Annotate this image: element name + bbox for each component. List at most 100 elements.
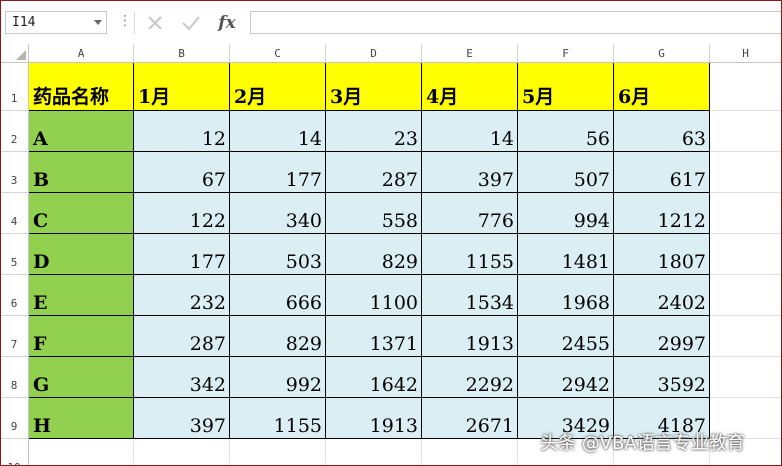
name-cell[interactable]: B (29, 152, 134, 193)
row-header[interactable]: 9 (0, 398, 29, 439)
value-cell[interactable]: 1807 (614, 234, 710, 275)
value-cell[interactable]: 1642 (326, 357, 422, 398)
empty-cell[interactable] (230, 439, 326, 466)
row-header[interactable]: 10 (0, 439, 29, 466)
header-cell-month[interactable]: 6月 (614, 63, 710, 111)
column-header[interactable]: A (29, 44, 134, 63)
name-cell[interactable]: F (29, 316, 134, 357)
value-cell[interactable]: 342 (134, 357, 230, 398)
value-cell[interactable]: 503 (230, 234, 326, 275)
empty-cell[interactable] (710, 111, 782, 152)
value-cell[interactable]: 507 (518, 152, 614, 193)
value-cell[interactable]: 122 (134, 193, 230, 234)
empty-cell[interactable] (422, 439, 518, 466)
header-cell-month[interactable]: 3月 (326, 63, 422, 111)
select-all-corner[interactable] (0, 44, 29, 63)
empty-cell[interactable] (710, 63, 782, 111)
empty-cell[interactable] (710, 234, 782, 275)
value-cell[interactable]: 23 (326, 111, 422, 152)
empty-cell[interactable] (710, 152, 782, 193)
value-cell[interactable]: 14 (230, 111, 326, 152)
header-cell-month[interactable]: 1月 (134, 63, 230, 111)
value-cell[interactable]: 177 (134, 234, 230, 275)
row-header[interactable]: 3 (0, 152, 29, 193)
header-cell-name[interactable]: 药品名称 (29, 63, 134, 111)
value-cell[interactable]: 558 (326, 193, 422, 234)
chevron-down-icon[interactable] (94, 20, 102, 25)
column-header[interactable]: F (518, 44, 614, 63)
empty-cell[interactable] (710, 316, 782, 357)
header-cell-month[interactable]: 2月 (230, 63, 326, 111)
row-header[interactable]: 7 (0, 316, 29, 357)
value-cell[interactable]: 1481 (518, 234, 614, 275)
value-cell[interactable]: 1100 (326, 275, 422, 316)
row-header[interactable]: 8 (0, 357, 29, 398)
formula-input[interactable] (250, 11, 782, 34)
value-cell[interactable]: 56 (518, 111, 614, 152)
value-cell[interactable]: 829 (230, 316, 326, 357)
value-cell[interactable]: 287 (326, 152, 422, 193)
value-cell[interactable]: 2942 (518, 357, 614, 398)
column-header[interactable]: G (614, 44, 710, 63)
value-cell[interactable]: 1155 (230, 398, 326, 439)
name-cell[interactable]: A (29, 111, 134, 152)
value-cell[interactable]: 67 (134, 152, 230, 193)
value-cell[interactable]: 994 (518, 193, 614, 234)
value-cell[interactable]: 287 (134, 316, 230, 357)
value-cell[interactable]: 1155 (422, 234, 518, 275)
empty-cell[interactable] (710, 275, 782, 316)
more-options-icon[interactable]: ⋮ (118, 12, 132, 30)
value-cell[interactable]: 1913 (422, 316, 518, 357)
value-cell[interactable]: 1913 (326, 398, 422, 439)
value-cell[interactable]: 992 (230, 357, 326, 398)
value-cell[interactable]: 3592 (614, 357, 710, 398)
value-cell[interactable]: 2402 (614, 275, 710, 316)
name-cell[interactable]: E (29, 275, 134, 316)
column-header[interactable]: H (710, 44, 782, 63)
column-header[interactable]: E (422, 44, 518, 63)
value-cell[interactable]: 177 (230, 152, 326, 193)
value-cell[interactable]: 2455 (518, 316, 614, 357)
value-cell[interactable]: 1534 (422, 275, 518, 316)
cancel-button[interactable] (142, 11, 168, 34)
name-box[interactable]: I14 (5, 11, 107, 34)
value-cell[interactable]: 2671 (422, 398, 518, 439)
empty-cell[interactable] (29, 439, 134, 466)
value-cell[interactable]: 1371 (326, 316, 422, 357)
value-cell[interactable]: 63 (614, 111, 710, 152)
value-cell[interactable]: 12 (134, 111, 230, 152)
value-cell[interactable]: 666 (230, 275, 326, 316)
value-cell[interactable]: 232 (134, 275, 230, 316)
row-header[interactable]: 2 (0, 111, 29, 152)
value-cell[interactable]: 340 (230, 193, 326, 234)
row-header[interactable]: 5 (0, 234, 29, 275)
column-header[interactable]: D (326, 44, 422, 63)
header-cell-month[interactable]: 4月 (422, 63, 518, 111)
column-header[interactable]: B (134, 44, 230, 63)
value-cell[interactable]: 776 (422, 193, 518, 234)
value-cell[interactable]: 2292 (422, 357, 518, 398)
empty-cell[interactable] (710, 193, 782, 234)
row-header[interactable]: 6 (0, 275, 29, 316)
empty-cell[interactable] (710, 357, 782, 398)
value-cell[interactable]: 2997 (614, 316, 710, 357)
value-cell[interactable]: 1212 (614, 193, 710, 234)
value-cell[interactable]: 1968 (518, 275, 614, 316)
value-cell[interactable]: 397 (134, 398, 230, 439)
header-cell-month[interactable]: 5月 (518, 63, 614, 111)
insert-function-button[interactable]: fx (214, 11, 240, 34)
column-header[interactable]: C (230, 44, 326, 63)
empty-cell[interactable] (134, 439, 230, 466)
name-cell[interactable]: H (29, 398, 134, 439)
row-header[interactable]: 1 (0, 63, 29, 111)
value-cell[interactable]: 829 (326, 234, 422, 275)
name-cell[interactable]: C (29, 193, 134, 234)
enter-button[interactable] (178, 11, 204, 34)
value-cell[interactable]: 14 (422, 111, 518, 152)
row-header[interactable]: 4 (0, 193, 29, 234)
empty-cell[interactable] (326, 439, 422, 466)
value-cell[interactable]: 397 (422, 152, 518, 193)
name-cell[interactable]: D (29, 234, 134, 275)
name-cell[interactable]: G (29, 357, 134, 398)
value-cell[interactable]: 617 (614, 152, 710, 193)
